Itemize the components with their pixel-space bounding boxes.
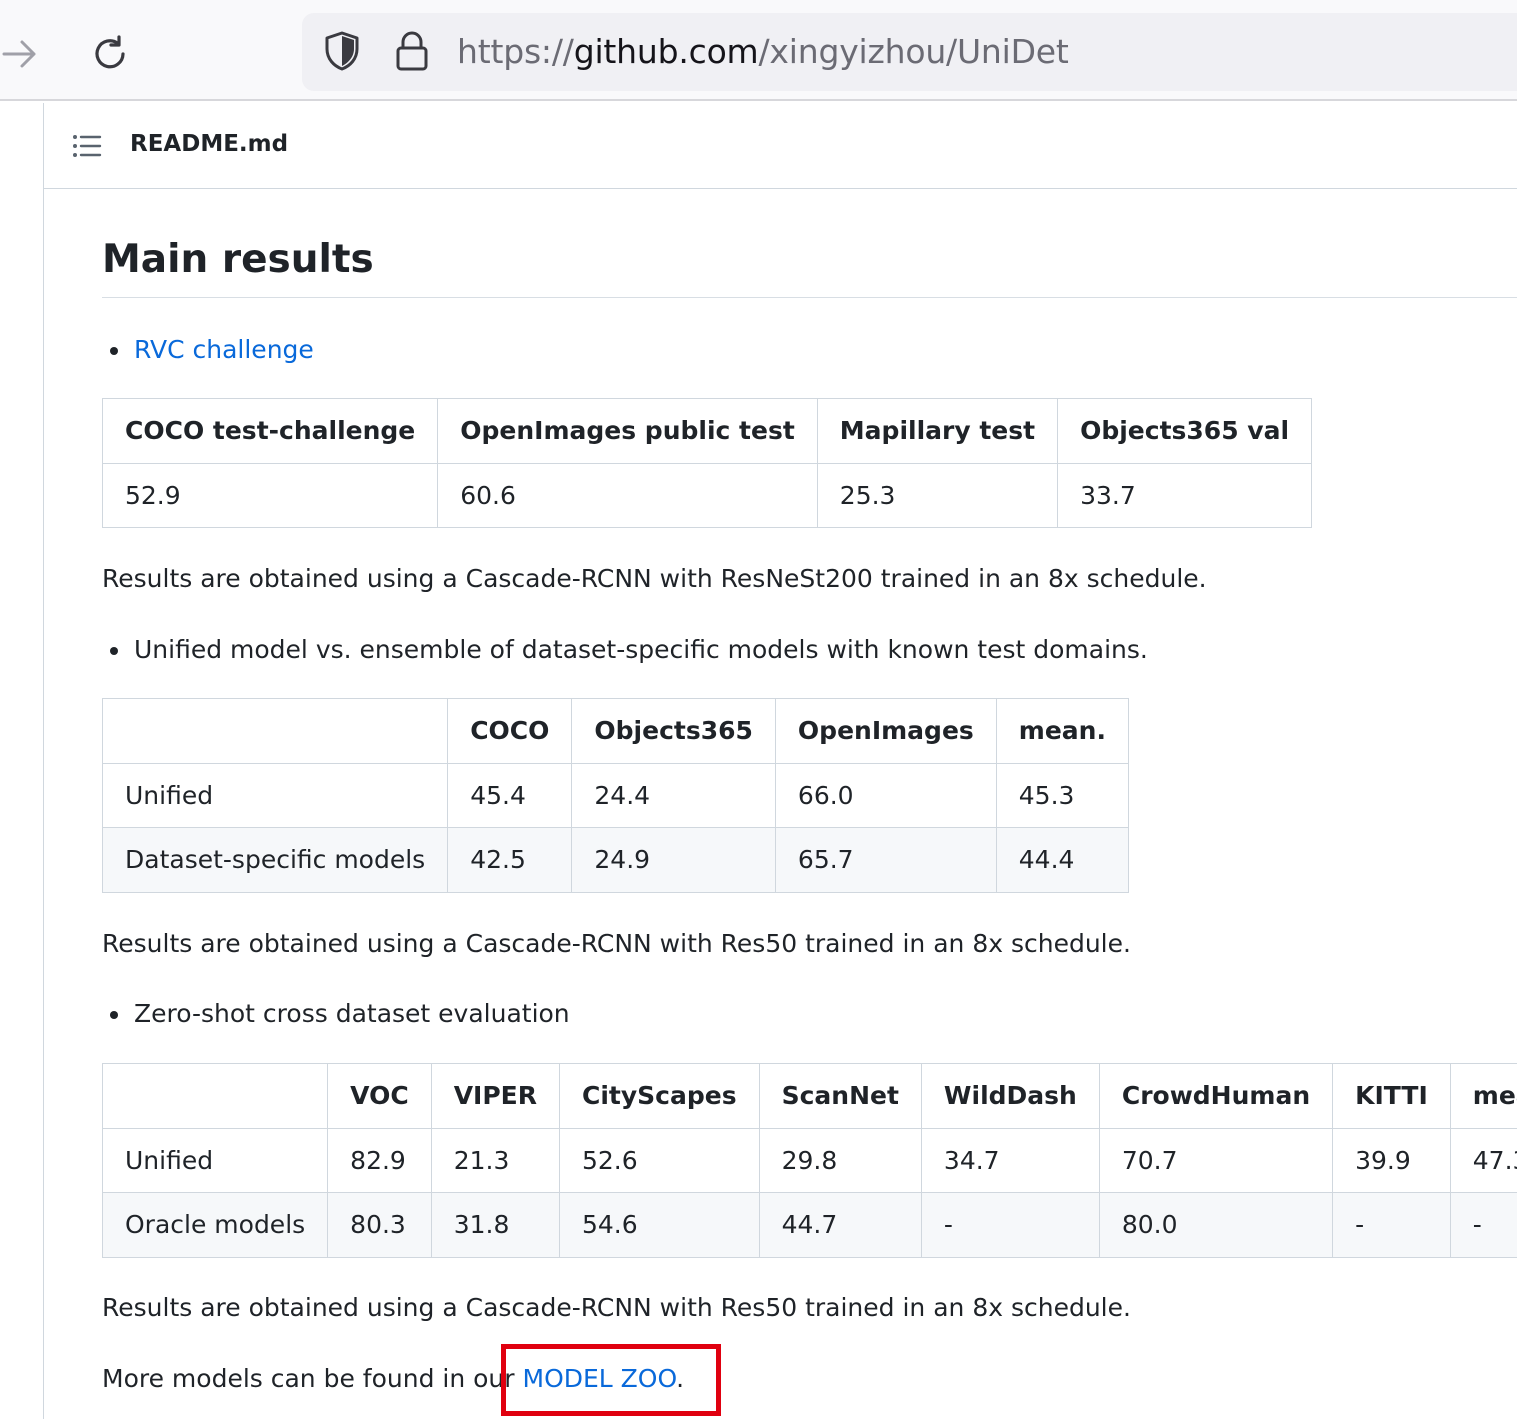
table-header-cell: [101, 1063, 329, 1129]
table-header-cell: KITTI: [1332, 1063, 1451, 1129]
table-cell: 21.3: [430, 1127, 561, 1193]
paragraph-results-note-1: Results are obtained using a Cascade-RCN…: [102, 564, 1207, 593]
list-item-text: Zero-shot cross dataset evaluation: [134, 999, 570, 1028]
list-item-rvc: RVC challenge: [110, 333, 314, 367]
table-header-cell: COCO test-challenge: [101, 398, 439, 464]
table-header-cell: OpenImages public test: [437, 398, 818, 464]
table-cell: 65.7: [774, 827, 997, 893]
list-item-unified: Unified model vs. ensemble of dataset-sp…: [110, 633, 1148, 667]
model-zoo-link[interactable]: MODEL ZOO: [523, 1364, 677, 1393]
forward-button[interactable]: [0, 24, 50, 84]
table-header-cell: mean.: [995, 698, 1129, 764]
lock-icon[interactable]: [390, 29, 434, 73]
url-bar[interactable]: https://github.com/xingyizhou/UniDet: [302, 13, 1517, 91]
table-cell: Unified: [101, 1127, 329, 1193]
table-cell: -: [920, 1192, 1100, 1258]
table-row: Unified 82.9 21.3 52.6 29.8 34.7 70.7 39…: [101, 1127, 1517, 1193]
table-cell: 45.3: [995, 762, 1129, 828]
table-header-cell: ScanNet: [758, 1063, 922, 1129]
table-of-contents-icon[interactable]: [72, 133, 102, 159]
readme-header: README.md: [44, 103, 1517, 189]
list-item-text: Unified model vs. ensemble of dataset-sp…: [134, 635, 1148, 664]
table-cell: 60.6: [437, 462, 818, 528]
table-header-cell: VIPER: [430, 1063, 561, 1129]
table-row: Dataset-specific models 42.5 24.9 65.7 4…: [101, 827, 1129, 893]
table-cell: 70.7: [1098, 1127, 1334, 1193]
list-item-zero-shot: Zero-shot cross dataset evaluation: [110, 997, 570, 1031]
reload-button[interactable]: [80, 24, 140, 84]
table-cell: 24.4: [571, 762, 776, 828]
table-cell: 44.7: [758, 1192, 922, 1258]
table-header-cell: OpenImages: [774, 698, 997, 764]
main-results-heading: Main results: [102, 235, 1517, 298]
table-row: Oracle models 80.3 31.8 54.6 44.7 - 80.0…: [101, 1192, 1517, 1258]
table-cell: 80.3: [327, 1192, 432, 1258]
url-scheme: https://: [457, 32, 574, 71]
table-header-cell: Mapillary test: [816, 398, 1059, 464]
table-header-cell: Objects365: [571, 698, 776, 764]
table-cell: 44.4: [995, 827, 1129, 893]
paragraph-results-note-2: Results are obtained using a Cascade-RCN…: [102, 929, 1131, 958]
table-cell: 29.8: [758, 1127, 922, 1193]
rvc-challenge-link[interactable]: RVC challenge: [134, 335, 314, 364]
table-header-row: VOC VIPER CityScapes ScanNet WildDash Cr…: [101, 1063, 1517, 1129]
table-cell: 66.0: [774, 762, 997, 828]
readme-filename: README.md: [130, 131, 289, 157]
table-cell: 54.6: [559, 1192, 760, 1258]
more-models-text: More models can be found in our: [102, 1364, 523, 1393]
zero-shot-table: VOC VIPER CityScapes ScanNet WildDash Cr…: [101, 1063, 1517, 1258]
url-text[interactable]: https://github.com/xingyizhou/UniDet: [457, 31, 1069, 73]
table-cell: 82.9: [327, 1127, 432, 1193]
url-path: /xingyizhou/UniDet: [758, 32, 1069, 71]
table-cell: 33.7: [1057, 462, 1313, 528]
table-row: Unified 45.4 24.4 66.0 45.3: [101, 762, 1129, 828]
table-cell: Oracle models: [101, 1192, 329, 1258]
table-cell: Unified: [101, 762, 449, 828]
url-host: github.com: [573, 32, 759, 71]
table-header-row: COCO Objects365 OpenImages mean.: [101, 698, 1129, 764]
table-cell: 52.6: [559, 1127, 760, 1193]
table-row: 52.9 60.6 25.3 33.7: [101, 462, 1313, 528]
table-header-cell: CrowdHuman: [1098, 1063, 1334, 1129]
paragraph-more-models: More models can be found in our MODEL ZO…: [102, 1362, 684, 1396]
table-header-cell: WildDash: [920, 1063, 1100, 1129]
table-cell: 31.8: [430, 1192, 561, 1258]
table-header-row: COCO test-challenge OpenImages public te…: [101, 398, 1313, 464]
table-cell: -: [1332, 1192, 1451, 1258]
browser-toolbar: https://github.com/xingyizhou/UniDet: [0, 0, 1517, 101]
table-cell: 25.3: [816, 462, 1059, 528]
readme-panel: README.md Main results RVC challenge COC…: [43, 103, 1517, 1419]
paragraph-results-note-3: Results are obtained using a Cascade-RCN…: [102, 1293, 1131, 1322]
table-header-cell: mean: [1449, 1063, 1517, 1129]
table-cell: 52.9: [101, 462, 439, 528]
table-cell: 39.9: [1332, 1127, 1451, 1193]
table-header-cell: [101, 698, 449, 764]
table-cell: -: [1449, 1192, 1517, 1258]
unified-vs-ensemble-table: COCO Objects365 OpenImages mean. Unified…: [101, 698, 1129, 893]
table-header-cell: Objects365 val: [1057, 398, 1313, 464]
table-cell: 24.9: [571, 827, 776, 893]
table-header-cell: CityScapes: [559, 1063, 760, 1129]
table-cell: 80.0: [1098, 1192, 1334, 1258]
table-cell: 42.5: [447, 827, 573, 893]
table-header-cell: COCO: [447, 698, 573, 764]
shield-icon[interactable]: [320, 29, 364, 73]
table-cell: Dataset-specific models: [101, 827, 449, 893]
more-models-suffix: .: [676, 1364, 685, 1393]
rvc-results-table: COCO test-challenge OpenImages public te…: [101, 398, 1313, 528]
reload-icon: [95, 35, 125, 69]
table-cell: 45.4: [447, 762, 573, 828]
table-cell: 47.3: [1449, 1127, 1517, 1193]
table-header-cell: VOC: [327, 1063, 432, 1129]
forward-arrow-icon: [2, 40, 36, 68]
table-cell: 34.7: [920, 1127, 1100, 1193]
